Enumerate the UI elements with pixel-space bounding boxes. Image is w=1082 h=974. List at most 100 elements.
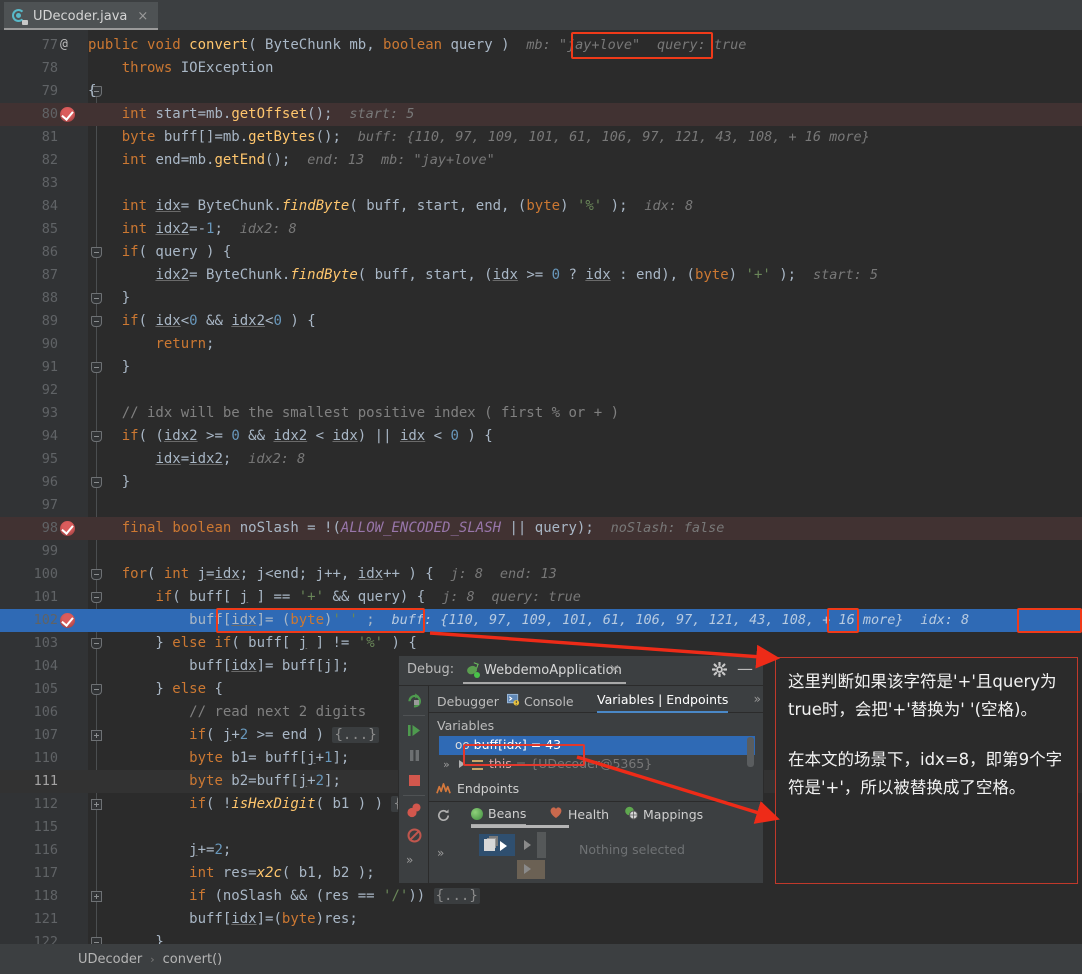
code-line[interactable]: if( buff[ j ] == '+' && query) { j: 8 qu… bbox=[88, 586, 598, 609]
breakpoint-icon[interactable] bbox=[60, 521, 76, 537]
code-line[interactable]: if( j+2 >= end ) {...} bbox=[88, 724, 379, 747]
mute-breakpoints-icon[interactable] bbox=[406, 827, 423, 844]
code-line[interactable]: if (noSlash && (res == '/')) {...} bbox=[88, 885, 480, 908]
variable-row-this[interactable]: » this = {UDecoder@5365} bbox=[439, 756, 755, 775]
second-row-button[interactable] bbox=[517, 860, 545, 879]
debug-tool-window[interactable]: Debug: WebdemoApplication × — » Debugger… bbox=[398, 655, 764, 884]
pause-icon[interactable] bbox=[406, 747, 423, 764]
health-icon bbox=[549, 806, 563, 822]
code-line[interactable]: } bbox=[88, 356, 130, 379]
breadcrumb-method[interactable]: convert() bbox=[163, 952, 223, 967]
more-tabs-icon[interactable]: » bbox=[754, 692, 761, 706]
code-line[interactable]: idx2= ByteChunk.findByte( buff, start, (… bbox=[88, 264, 895, 287]
code-line[interactable]: byte b2=buff[j+2]; bbox=[88, 770, 341, 793]
endpoints-icon bbox=[436, 782, 451, 801]
code-line[interactable]: if( query ) { bbox=[88, 241, 232, 264]
sub-tab-beans[interactable]: Beans bbox=[471, 806, 527, 826]
tab-udecoder-java[interactable]: UDecoder.java × bbox=[4, 2, 159, 30]
code-line[interactable]: idx=idx2; idx2: 8 bbox=[88, 448, 322, 471]
fold-strip[interactable] bbox=[70, 30, 88, 944]
line-number: 97 bbox=[41, 497, 58, 513]
code-line[interactable]: } bbox=[88, 287, 130, 310]
expand-arrow-icon-2[interactable] bbox=[524, 864, 531, 874]
line-number: 88 bbox=[41, 290, 58, 306]
code-line[interactable]: return; bbox=[88, 333, 214, 356]
expand-more-icon[interactable]: » bbox=[437, 846, 444, 860]
tab-debugger[interactable]: Debugger bbox=[437, 689, 499, 713]
code-line[interactable]: for( int j=idx; j<end; j++, idx++ ) { j:… bbox=[88, 563, 574, 586]
breadcrumb[interactable]: UDecoder › convert() bbox=[0, 944, 1082, 974]
code-line[interactable]: j+=2; bbox=[88, 839, 231, 862]
stop-icon[interactable] bbox=[406, 772, 423, 789]
code-line[interactable]: } else { bbox=[88, 678, 222, 701]
breadcrumb-separator: › bbox=[150, 952, 155, 966]
code-line[interactable]: final boolean noSlash = !(ALLOW_ENCODED_… bbox=[88, 517, 741, 540]
code-line[interactable]: buff[idx]= buff[j]; bbox=[88, 655, 349, 678]
line-number: 77 bbox=[41, 37, 58, 53]
tab-variables-endpoints[interactable]: Variables | Endpoints bbox=[597, 689, 729, 713]
debug-tabs[interactable]: Debugger Console Variables | Endpoints » bbox=[429, 686, 763, 713]
line-number: 80 bbox=[41, 106, 58, 122]
gear-icon[interactable] bbox=[711, 661, 728, 681]
code-line[interactable]: if( !isHexDigit( b1 ) ) {...} bbox=[88, 793, 438, 816]
annotation-gutter-icon[interactable]: @ bbox=[60, 37, 76, 53]
code-line[interactable]: int idx2=-1; idx2: 8 bbox=[88, 218, 314, 241]
inline-debug-hint: idx2: 8 bbox=[248, 451, 306, 467]
toolbar-separator bbox=[403, 715, 425, 716]
rerun-icon[interactable] bbox=[406, 692, 423, 709]
debug-window-header: Debug: WebdemoApplication × — bbox=[399, 656, 763, 686]
sub-tab-mappings[interactable]: Mappings bbox=[624, 806, 703, 823]
line-number: 93 bbox=[41, 405, 58, 421]
code-line[interactable]: throws IOException bbox=[88, 57, 274, 80]
close-icon[interactable]: × bbox=[137, 9, 148, 24]
line-number: 121 bbox=[33, 911, 58, 927]
code-line[interactable]: int end=mb.getEnd(); end: 13 mb: "jay+lo… bbox=[88, 149, 512, 172]
code-line[interactable]: byte buff[]=mb.getBytes(); buff: {110, 9… bbox=[88, 126, 887, 149]
code-line[interactable]: // idx will be the smallest positive ind… bbox=[88, 402, 619, 425]
breakpoint-icon[interactable] bbox=[60, 107, 76, 123]
code-line[interactable]: buff[idx]= (byte)' ' ; buff: {110, 97, 1… bbox=[88, 609, 986, 632]
resume-icon[interactable] bbox=[406, 722, 423, 739]
tab-console[interactable]: Console bbox=[507, 689, 574, 713]
scroll-thumb[interactable] bbox=[537, 832, 546, 858]
line-number: 101 bbox=[33, 589, 58, 605]
code-line[interactable]: } bbox=[88, 471, 130, 494]
code-line[interactable]: int res=x2c( b1, b2 ); bbox=[88, 862, 374, 885]
code-line[interactable]: public void convert( ByteChunk mb, boole… bbox=[88, 34, 763, 57]
code-line[interactable]: buff[idx]=(byte)res; bbox=[88, 908, 358, 931]
expand-more-icon[interactable]: » bbox=[443, 758, 450, 771]
more-options-icon[interactable]: » bbox=[406, 853, 423, 870]
code-line[interactable]: { bbox=[88, 80, 96, 103]
expand-arrow-icon[interactable] bbox=[524, 840, 531, 850]
sub-tabs-scroll-track[interactable] bbox=[471, 825, 569, 828]
code-line[interactable]: if( idx<0 && idx2<0 ) { bbox=[88, 310, 316, 333]
debug-session-tab[interactable]: WebdemoApplication bbox=[463, 660, 626, 684]
breadcrumb-class[interactable]: UDecoder bbox=[78, 952, 142, 967]
inline-debug-hint: j: 8 bbox=[450, 566, 484, 582]
sub-tab-health[interactable]: Health bbox=[549, 806, 609, 822]
code-line[interactable]: } else if( buff[ j ] != '%' ) { bbox=[88, 632, 416, 655]
mappings-icon bbox=[624, 806, 638, 823]
line-number: 105 bbox=[33, 681, 58, 697]
inline-debug-hint: buff: {110, 97, 109, 101, 61, 106, 97, 1… bbox=[357, 129, 870, 145]
endpoints-sub-tabs[interactable]: Beans Health Mappings bbox=[429, 803, 763, 829]
expand-triangle-icon[interactable] bbox=[459, 760, 465, 768]
code-line[interactable]: int idx= ByteChunk.findByte( buff, start… bbox=[88, 195, 710, 218]
endpoints-section-header[interactable]: Endpoints bbox=[429, 778, 763, 802]
code-line[interactable]: // read next 2 digits bbox=[88, 701, 366, 724]
line-number: 92 bbox=[41, 382, 58, 398]
code-line[interactable]: byte b1= buff[j+1]; bbox=[88, 747, 349, 770]
refresh-icon[interactable] bbox=[436, 808, 451, 827]
breakpoint-icon[interactable] bbox=[60, 613, 76, 629]
line-number: 98 bbox=[41, 520, 58, 536]
view-breakpoints-icon[interactable] bbox=[406, 802, 423, 819]
minimize-icon[interactable]: — bbox=[737, 661, 753, 677]
variable-row-buff-idx[interactable]: oo buff[idx] = 43 bbox=[439, 736, 755, 767]
code-line[interactable]: } bbox=[88, 931, 163, 944]
group-by-file-toggle[interactable] bbox=[479, 834, 515, 856]
close-icon[interactable]: × bbox=[609, 662, 620, 677]
code-line[interactable]: int start=mb.getOffset(); start: 5 bbox=[88, 103, 431, 126]
debug-toolbar[interactable]: » bbox=[399, 686, 429, 883]
code-line[interactable]: if( (idx2 >= 0 && idx2 < idx) || idx < 0… bbox=[88, 425, 493, 448]
line-number: 100 bbox=[33, 566, 58, 582]
